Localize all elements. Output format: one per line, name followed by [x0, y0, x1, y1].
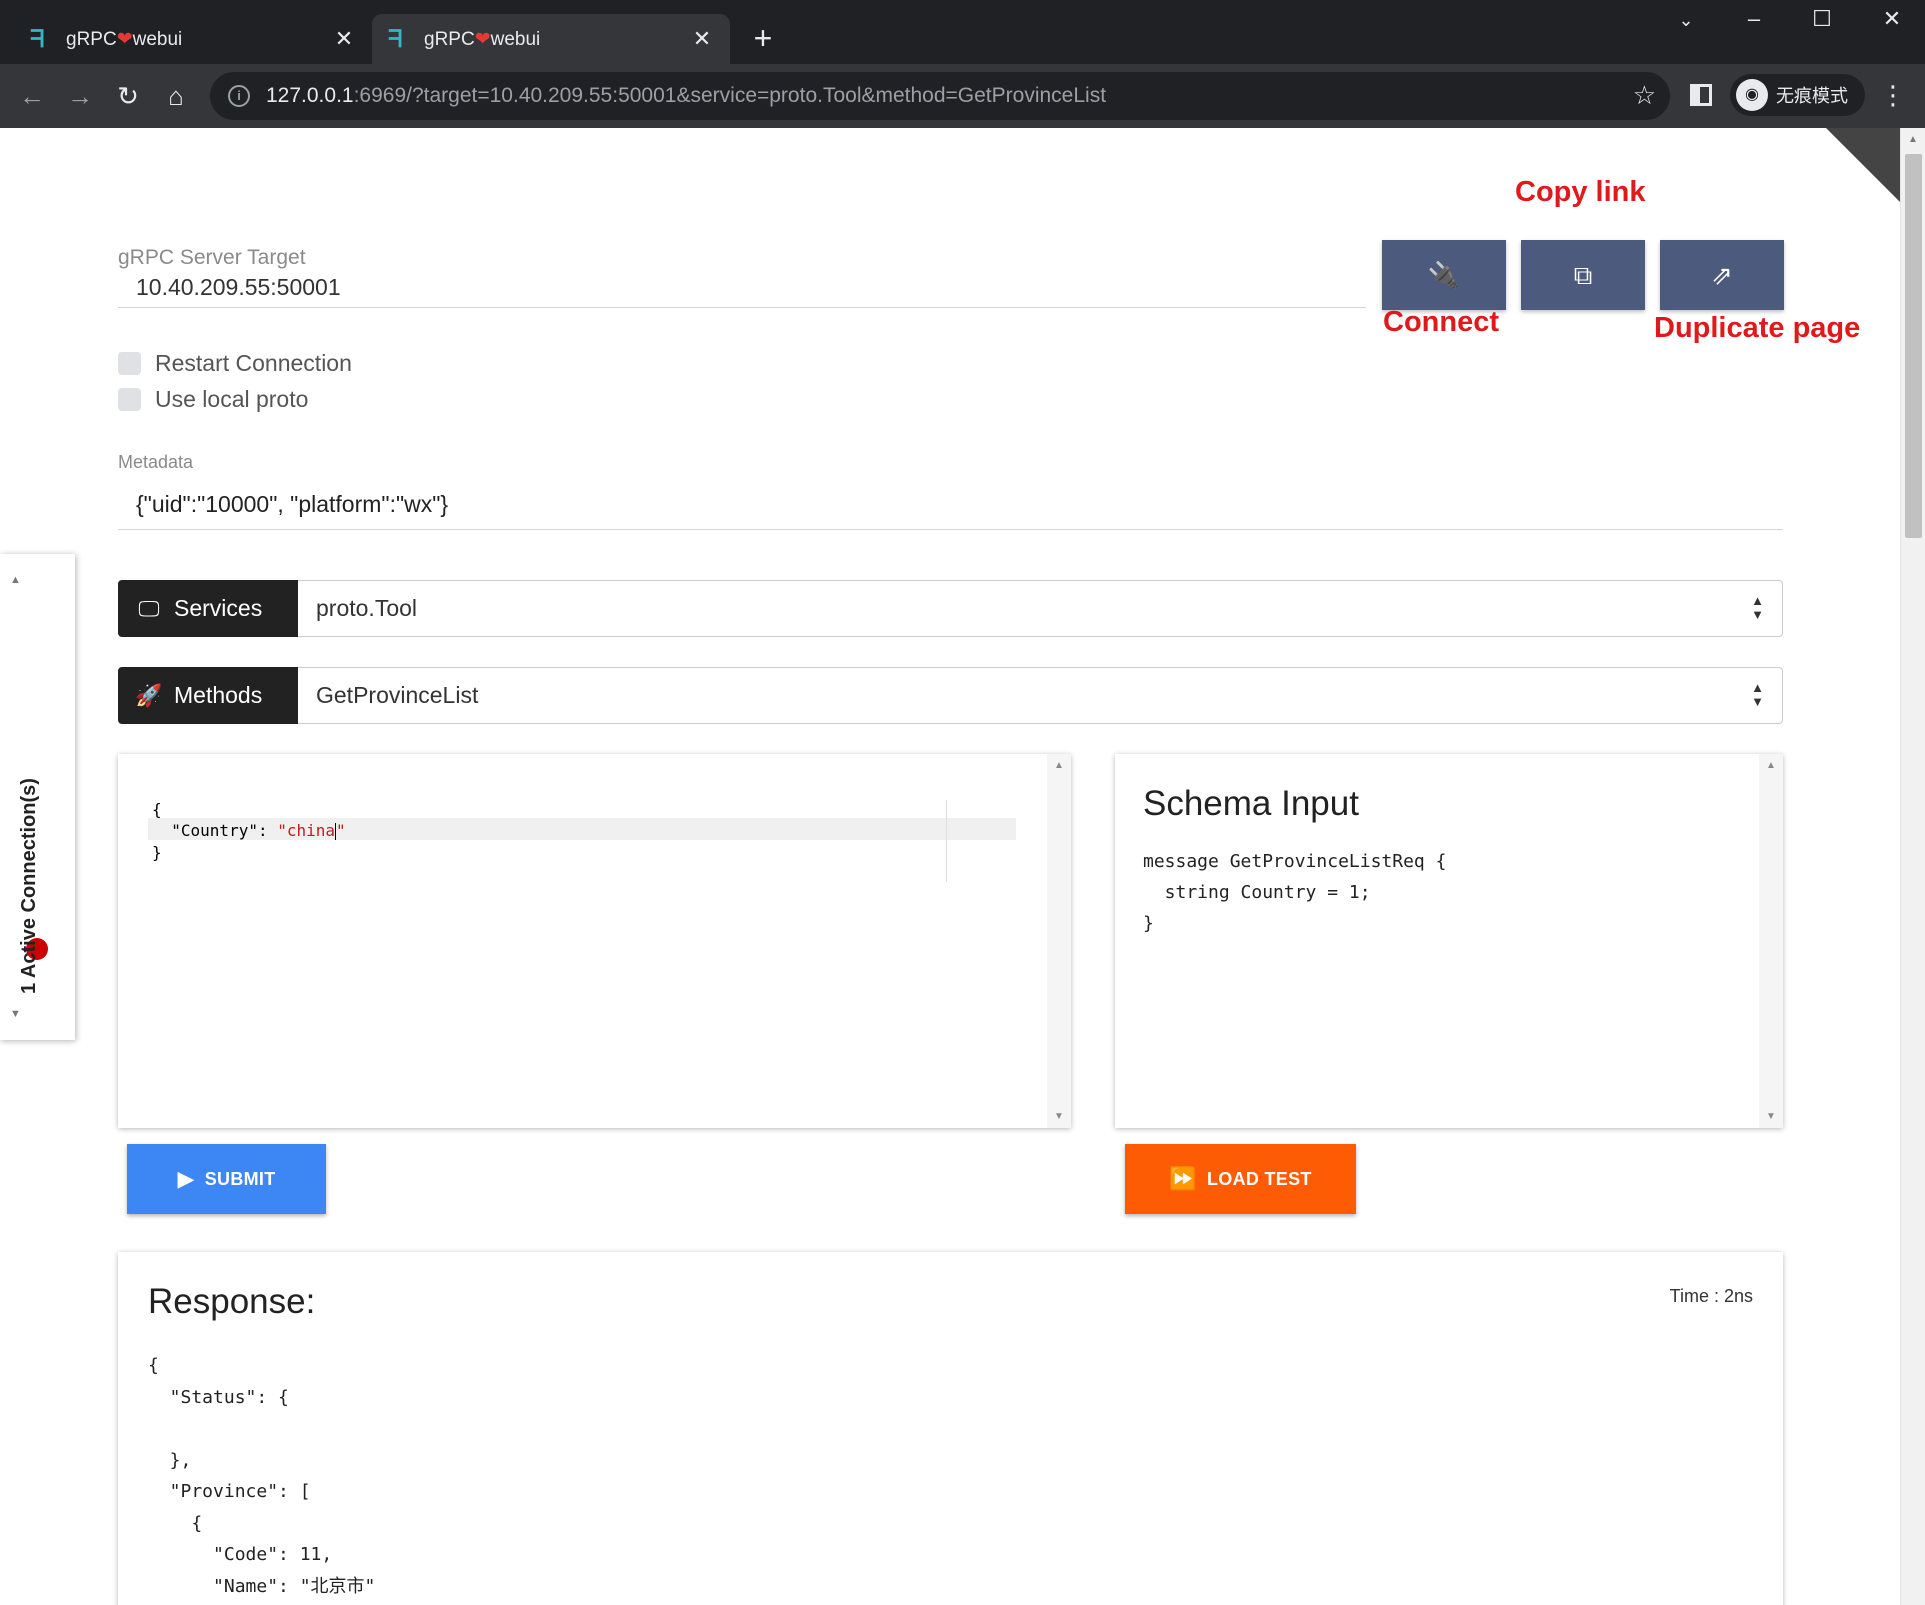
- connect-button[interactable]: 🔌: [1382, 240, 1506, 310]
- tab-search-icon[interactable]: ⌄: [1666, 10, 1706, 31]
- new-tab-icon[interactable]: +: [748, 20, 778, 57]
- use-local-proto-checkbox[interactable]: [118, 388, 141, 411]
- methods-select[interactable]: GetProvinceList ▲ ▼: [298, 667, 1783, 724]
- select-caret-icon: ▲ ▼: [1751, 593, 1764, 622]
- forward-icon[interactable]: →: [62, 78, 98, 114]
- url-host: 127.0.0.1: [266, 84, 354, 107]
- tab-close-icon[interactable]: ✕: [332, 26, 356, 52]
- editor-line-2: "Country": "china": [152, 821, 346, 840]
- methods-selected-value: GetProvinceList: [316, 682, 479, 708]
- scroll-down-icon[interactable]: ▼: [1766, 1111, 1776, 1122]
- services-row: 🖵 Services proto.Tool ▲ ▼: [118, 580, 1783, 637]
- page-scrollbar[interactable]: ▲: [1900, 128, 1925, 1605]
- duplicate-page-button[interactable]: ⇗: [1660, 240, 1784, 310]
- maximize-icon[interactable]: ☐: [1802, 6, 1842, 32]
- incognito-icon: ◉: [1736, 79, 1768, 111]
- services-selected-value: proto.Tool: [316, 595, 418, 621]
- response-body: { "Status": { }, "Province": [ { "Code":…: [148, 1355, 376, 1597]
- methods-label-text: Methods: [174, 682, 263, 708]
- grpc-favicon-icon: ᖷ: [30, 25, 45, 53]
- browser-tab-strip: ᖷ gRPC❤webui ✕ ᖷ gRPC❤webui ✕ + ⌄ – ☐ ✕: [0, 0, 1925, 64]
- drawer-down-icon[interactable]: ▼: [10, 1008, 21, 1020]
- active-connections-drawer[interactable]: ▲ 1 Active Connection(s) ▼: [0, 554, 75, 1040]
- schema-input-panel: Schema Input message GetProvinceListReq …: [1115, 754, 1783, 1128]
- connect-annotation: Connect: [1383, 306, 1499, 338]
- side-panel-icon[interactable]: [1690, 84, 1712, 106]
- back-icon[interactable]: ←: [14, 78, 50, 114]
- grpc-favicon-icon: ᖷ: [388, 25, 403, 53]
- editor-key: "Country": [171, 821, 258, 840]
- tab-title: gRPC❤webui: [66, 28, 183, 50]
- editor-sep: :: [257, 821, 278, 840]
- browser-toolbar: ← → ↻ ⌂ i 127.0.0.1:6969/?target=10.40.2…: [0, 64, 1925, 128]
- editor-string-value: "china: [277, 821, 336, 840]
- submit-button[interactable]: ▶ SUBMIT: [127, 1144, 326, 1214]
- schema-scrollbar[interactable]: ▲ ▼: [1759, 754, 1783, 1128]
- fast-forward-icon: ⏩: [1169, 1166, 1197, 1191]
- load-test-button[interactable]: ⏩ LOAD TEST: [1125, 1144, 1356, 1214]
- schema-code: message GetProvinceListReq { string Coun…: [1143, 851, 1447, 934]
- restart-connection-checkbox[interactable]: [118, 352, 141, 375]
- use-local-proto-label: Use local proto: [155, 386, 309, 412]
- response-time: Time : 2ns: [1669, 1286, 1753, 1306]
- scroll-up-icon[interactable]: ▲: [1766, 760, 1776, 771]
- browser-tab-2[interactable]: ᖷ gRPC❤webui ✕: [372, 14, 730, 64]
- share-icon: ⇗: [1711, 260, 1733, 290]
- scroll-down-icon[interactable]: ▼: [1054, 1111, 1064, 1122]
- response-title: Response:: [148, 1282, 316, 1321]
- services-label: 🖵 Services: [118, 580, 298, 637]
- tab-title: gRPC❤webui: [424, 28, 541, 50]
- restart-connection-option[interactable]: Restart Connection: [118, 350, 352, 377]
- duplicate-page-annotation: Duplicate page: [1654, 312, 1861, 344]
- editor-line-1: {: [152, 800, 162, 819]
- editor-scrollbar[interactable]: ▲ ▼: [1047, 754, 1071, 1128]
- services-select[interactable]: proto.Tool ▲ ▼: [298, 580, 1783, 637]
- rocket-icon: 🚀: [135, 682, 163, 708]
- schema-title: Schema Input: [1143, 784, 1359, 823]
- copy-link-annotation: Copy link: [1515, 176, 1646, 208]
- active-connections-label: 1 Active Connection(s): [18, 778, 40, 994]
- page-content: ▲ gRPC Server Target 🔌 ⧉ ⇗ Copy link Con…: [0, 128, 1925, 1605]
- services-label-text: Services: [174, 595, 263, 621]
- home-icon[interactable]: ⌂: [158, 78, 194, 114]
- methods-row: 🚀 Methods GetProvinceList ▲ ▼: [118, 667, 1783, 724]
- site-info-icon[interactable]: i: [228, 85, 250, 107]
- reload-icon[interactable]: ↻: [110, 78, 146, 114]
- submit-label: SUBMIT: [204, 1168, 276, 1189]
- browser-menu-icon[interactable]: ⋮: [1880, 80, 1906, 111]
- response-panel: Response: Time : 2ns { "Status": { }, "P…: [118, 1252, 1783, 1605]
- copy-link-button[interactable]: ⧉: [1521, 240, 1645, 310]
- drawer-up-icon[interactable]: ▲: [10, 574, 21, 586]
- server-target-input[interactable]: [118, 256, 1366, 308]
- incognito-badge[interactable]: ◉ 无痕模式: [1730, 74, 1865, 116]
- window-close-icon[interactable]: ✕: [1872, 6, 1912, 32]
- scroll-up-icon[interactable]: ▲: [1054, 760, 1064, 771]
- methods-label: 🚀 Methods: [118, 667, 298, 724]
- url-path: :6969/?target=10.40.209.55:50001&service…: [353, 84, 1107, 107]
- play-icon: ▶: [177, 1166, 195, 1191]
- scroll-up-icon[interactable]: ▲: [1908, 134, 1918, 145]
- editor-print-margin: [946, 800, 947, 882]
- editor-line-3: }: [152, 843, 162, 862]
- browser-tab-1[interactable]: ᖷ gRPC❤webui ✕: [14, 14, 372, 64]
- metadata-input[interactable]: [118, 470, 1783, 530]
- address-bar[interactable]: i 127.0.0.1:6969/?target=10.40.209.55:50…: [210, 72, 1670, 120]
- plug-icon: 🔌: [1427, 260, 1461, 290]
- load-test-label: LOAD TEST: [1207, 1168, 1312, 1189]
- select-caret-icon: ▲ ▼: [1751, 680, 1764, 709]
- tab-close-icon[interactable]: ✕: [690, 26, 714, 52]
- incognito-label: 无痕模式: [1776, 86, 1848, 106]
- scrollbar-thumb[interactable]: [1905, 154, 1922, 538]
- use-local-proto-option[interactable]: Use local proto: [118, 386, 308, 413]
- request-editor[interactable]: { "Country": "china" } ▲ ▼: [118, 754, 1071, 1128]
- monitor-icon: 🖵: [138, 595, 160, 621]
- restart-connection-label: Restart Connection: [155, 350, 352, 376]
- editor-close-quote: ": [336, 821, 346, 840]
- copy-icon: ⧉: [1573, 260, 1593, 290]
- minimize-icon[interactable]: –: [1734, 6, 1774, 32]
- bookmark-star-icon[interactable]: ☆: [1633, 80, 1656, 111]
